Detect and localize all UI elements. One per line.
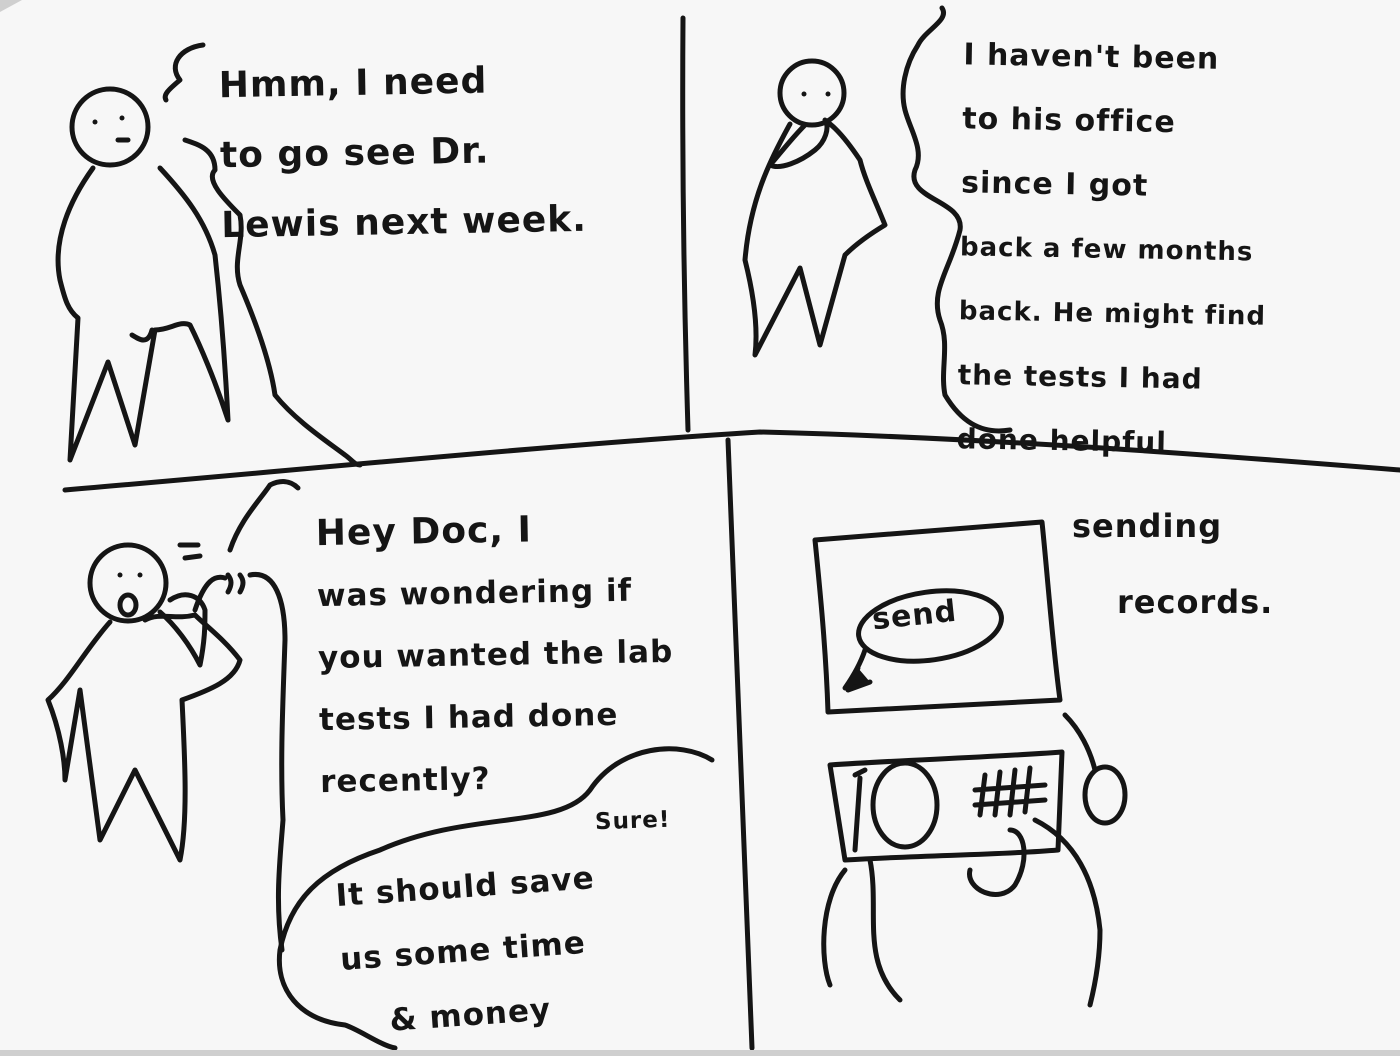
- thought-line: done helpful: [956, 422, 1168, 459]
- thought-line: I haven't been: [963, 37, 1220, 77]
- panel-3-speech-text: Hey Doc, I was wondering if you wanted t…: [315, 497, 676, 813]
- speech-line: tests I had done: [318, 696, 619, 739]
- thought-line: to his office: [961, 101, 1177, 141]
- speech-line: Lewis next week.: [220, 198, 588, 247]
- thought-line: the tests I had: [957, 358, 1203, 396]
- panel-3-reply-text: It should save us some time & money: [334, 846, 606, 1056]
- panel-2-thought-text: I haven't been to his office since I got…: [956, 23, 1271, 476]
- speech-line: recently?: [319, 761, 491, 801]
- speech-line: Hmm, I need: [218, 60, 488, 107]
- panel-1-speech-text: Hmm, I need to go see Dr. Lewis next wee…: [218, 45, 587, 261]
- thought-line: back a few months: [959, 232, 1254, 268]
- comic-page: Hmm, I need to go see Dr. Lewis next wee…: [0, 0, 1400, 1050]
- caption-line: records.: [1117, 583, 1274, 621]
- thought-line: back. He might find: [958, 296, 1267, 332]
- speech-line: you wanted the lab: [317, 633, 674, 677]
- panel-3-reply-intro: Sure!: [594, 806, 671, 836]
- thought-line: since I got: [960, 165, 1149, 204]
- speech-line: Hey Doc, I: [315, 509, 533, 555]
- caption-line: sending: [1072, 507, 1223, 545]
- speech-line: to go see Dr.: [219, 130, 490, 177]
- speech-line: was wondering if: [316, 572, 633, 615]
- panel-4-caption: sending records.: [1072, 488, 1273, 640]
